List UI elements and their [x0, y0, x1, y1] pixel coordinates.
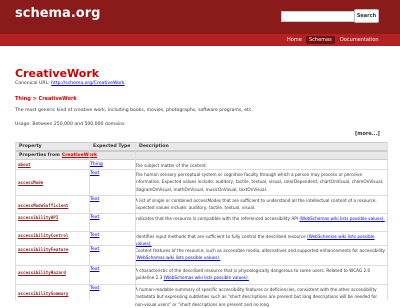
description-text: Content features of the resource, such a… — [135, 248, 385, 253]
site-logo[interactable]: schema.org — [15, 6, 100, 21]
nav-item-home[interactable]: Home — [284, 36, 305, 44]
property-name[interactable]: accessMode — [18, 180, 43, 185]
column-header-description: Description — [135, 142, 388, 151]
breadcrumb-parent[interactable]: Thing — [15, 96, 31, 102]
breadcrumb: Thing > CreativeWork — [15, 96, 77, 102]
properties-from-label: Properties from — [19, 153, 60, 158]
webschemas-link[interactable]: (WebSchemas wiki lists possible values). — [299, 216, 384, 221]
expected-type[interactable]: Text — [90, 247, 99, 252]
webschemas-link[interactable]: (WebSchemas wiki lists possible values). — [135, 255, 220, 260]
expected-type[interactable]: Text — [90, 171, 99, 176]
expected-type[interactable]: Text — [90, 215, 99, 220]
property-name[interactable]: accessibilityAPI — [18, 215, 58, 220]
properties-from-row: Properties from CreativeWork — [15, 151, 388, 160]
property-description: The human sensory perceptual system or c… — [135, 172, 384, 192]
nav-item-schemas[interactable]: Schemas — [306, 36, 335, 44]
description-text: Identifies input methods that are suffic… — [135, 234, 306, 239]
property-description: A list of single or combined accessModes… — [135, 198, 377, 211]
more-link[interactable]: [more...] — [355, 131, 380, 137]
table-border-right — [387, 142, 388, 300]
property-name[interactable]: accessModeSufficient — [18, 203, 68, 208]
column-divider — [135, 142, 136, 300]
property-name[interactable]: accessibilityFeature — [18, 247, 68, 252]
expected-type[interactable]: Text — [90, 233, 99, 238]
expected-type[interactable]: Text — [90, 197, 99, 202]
canonical-url: Canonical URL: http://schema.org/Creativ… — [15, 81, 125, 86]
breadcrumb-current[interactable]: CreativeWork — [39, 96, 77, 102]
property-description: Indicates that the resource is compatibl… — [135, 215, 385, 222]
property-name[interactable]: accessibilitySummary — [18, 291, 68, 296]
type-description: The most generic kind of creative work, … — [15, 108, 253, 113]
column-header-property: Property — [15, 142, 90, 151]
table-row: accessibilityControl Text Identifies inp… — [15, 231, 388, 246]
expected-type[interactable]: Text — [90, 286, 99, 291]
property-description: Content features of the resource, such a… — [135, 247, 385, 262]
table-row: accessibilityAPI Text Indicates that the… — [15, 213, 388, 232]
canonical-label: Canonical URL: — [15, 81, 50, 86]
table-row: accessModeSufficient Text A list of sing… — [15, 195, 388, 214]
table-row: accessibilityHazard Text A characteristi… — [15, 265, 388, 285]
table-border-left — [15, 142, 16, 300]
property-description: A characteristic of the described resour… — [135, 267, 385, 282]
search-input[interactable] — [281, 11, 355, 22]
expected-type[interactable]: Text — [90, 267, 99, 272]
table-row: accessibilitySummary Text A human-readab… — [15, 284, 388, 307]
table-row: accessibilityFeature Text Content featur… — [15, 245, 388, 266]
expected-type[interactable]: Thing — [90, 162, 103, 167]
search-button[interactable]: Search — [354, 9, 379, 23]
properties-from-type[interactable]: CreativeWork — [62, 153, 97, 158]
nav-item-documentation[interactable]: Documentation — [337, 36, 382, 44]
page-title: CreativeWork — [15, 67, 100, 80]
column-header-expected-type: Expected Type — [89, 142, 136, 151]
usage-stats: Usage: Between 250,000 and 500,000 domai… — [15, 122, 125, 127]
webschemas-link[interactable]: (WebSchemas wiki lists possible values). — [164, 275, 249, 280]
property-name[interactable]: about — [18, 162, 31, 167]
breadcrumb-separator: > — [32, 96, 37, 102]
property-description: A human-readable summary of specific acc… — [135, 287, 378, 307]
description-text: Indicates that the resource is compatibl… — [135, 216, 299, 221]
canonical-link[interactable]: http://schema.org/CreativeWork — [51, 81, 124, 86]
table-row: accessMode Text The human sensory percep… — [15, 169, 388, 196]
property-name[interactable]: accessibilityControl — [18, 233, 68, 238]
column-divider — [89, 142, 90, 300]
property-name[interactable]: accessibilityHazard — [18, 270, 66, 275]
